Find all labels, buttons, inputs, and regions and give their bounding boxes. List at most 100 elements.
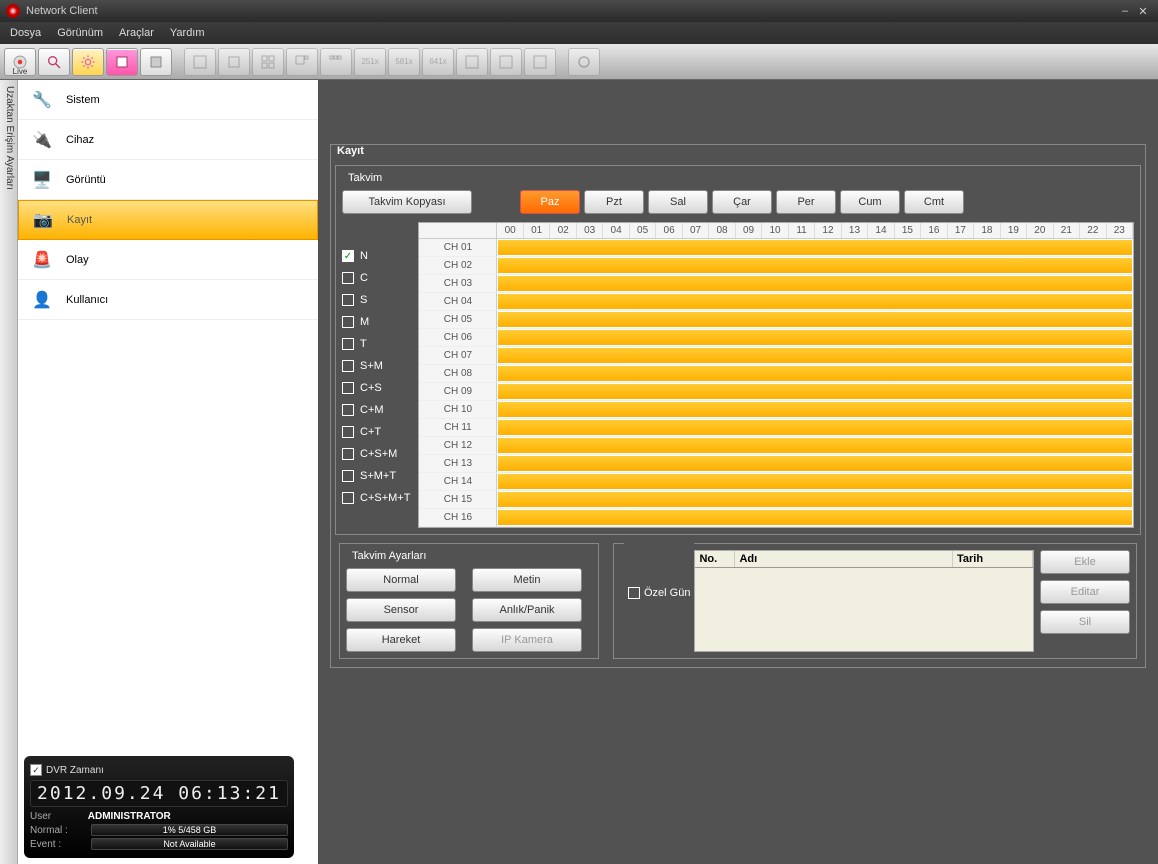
schedule-fill[interactable] — [498, 348, 1132, 363]
sidebar-item-görüntü[interactable]: 🖥️Görüntü — [18, 160, 318, 200]
channel-label: CH 14 — [419, 473, 497, 490]
mode-checkbox-S+M[interactable]: S+M — [342, 360, 410, 372]
normal-button[interactable]: Normal — [346, 568, 456, 592]
save-button[interactable] — [140, 48, 172, 76]
schedule-fill[interactable] — [498, 402, 1132, 417]
schedule-fill[interactable] — [498, 420, 1132, 435]
layout-1-button[interactable] — [218, 48, 250, 76]
mode-checkbox-M[interactable]: M — [342, 316, 410, 328]
refresh-button[interactable] — [568, 48, 600, 76]
res-641-button[interactable]: 641x — [422, 48, 454, 76]
schedule-fill[interactable] — [498, 240, 1132, 255]
close-button[interactable]: ✕ — [1134, 5, 1152, 18]
channel-row[interactable]: CH 07 — [419, 347, 1133, 365]
layout-4-button[interactable] — [252, 48, 284, 76]
channel-row[interactable]: CH 12 — [419, 437, 1133, 455]
mode-checkbox-S+M+T[interactable]: S+M+T — [342, 470, 410, 482]
day-button-Per[interactable]: Per — [776, 190, 836, 214]
sidebar-item-kayıt[interactable]: 📷Kayıt — [18, 200, 318, 240]
motion-button[interactable]: Hareket — [346, 628, 456, 652]
dvr-time-checkbox[interactable]: ✓ — [30, 764, 42, 776]
live-button[interactable]: Live — [4, 48, 36, 76]
ip-camera-button[interactable]: IP Kamera — [472, 628, 582, 652]
channel-label: CH 03 — [419, 275, 497, 292]
sensor-button[interactable]: Sensor — [346, 598, 456, 622]
channel-row[interactable]: CH 05 — [419, 311, 1133, 329]
mode-checkbox-C+M[interactable]: C+M — [342, 404, 410, 416]
mode-checkbox-N[interactable]: N — [342, 250, 410, 262]
channel-row[interactable]: CH 04 — [419, 293, 1133, 311]
res-251-button[interactable]: 251x — [354, 48, 386, 76]
sidebar-item-kullanıcı[interactable]: 👤Kullanıcı — [18, 280, 318, 320]
day-button-Sal[interactable]: Sal — [648, 190, 708, 214]
menu-file[interactable]: Dosya — [10, 27, 41, 39]
sidebar-item-olay[interactable]: 🚨Olay — [18, 240, 318, 280]
schedule-fill[interactable] — [498, 456, 1132, 471]
layout-b-button[interactable] — [490, 48, 522, 76]
sidebar-item-sistem[interactable]: 🔧Sistem — [18, 80, 318, 120]
mode-checkbox-C+S+M[interactable]: C+S+M — [342, 448, 410, 460]
channel-row[interactable]: CH 09 — [419, 383, 1133, 401]
layout-9-button[interactable] — [320, 48, 352, 76]
calendar-copy-button[interactable]: Takvim Kopyası — [342, 190, 472, 214]
channel-row[interactable]: CH 11 — [419, 419, 1133, 437]
mode-checkbox-C[interactable]: C — [342, 272, 410, 284]
calendar-settings-title: Takvim Ayarları — [348, 550, 430, 562]
hour-header: 10 — [762, 223, 788, 238]
day-button-Çar[interactable]: Çar — [712, 190, 772, 214]
schedule-fill[interactable] — [498, 510, 1132, 525]
sidebar-item-label: Görüntü — [66, 174, 106, 186]
schedule-grid[interactable]: 0001020304050607080910111213141516171819… — [418, 222, 1134, 528]
channel-row[interactable]: CH 02 — [419, 257, 1133, 275]
mode-checkbox-C+T[interactable]: C+T — [342, 426, 410, 438]
schedule-fill[interactable] — [498, 276, 1132, 291]
channel-row[interactable]: CH 15 — [419, 491, 1133, 509]
schedule-fill[interactable] — [498, 474, 1132, 489]
schedule-fill[interactable] — [498, 492, 1132, 507]
res-581-button[interactable]: 581x — [388, 48, 420, 76]
delete-button[interactable]: Sil — [1040, 610, 1130, 634]
schedule-fill[interactable] — [498, 438, 1132, 453]
schedule-fill[interactable] — [498, 294, 1132, 309]
channel-row[interactable]: CH 10 — [419, 401, 1133, 419]
day-button-Paz[interactable]: Paz — [520, 190, 580, 214]
vertical-tab-remote-access[interactable]: Uzaktan Erişim Ayarları — [0, 80, 18, 864]
schedule-fill[interactable] — [498, 366, 1132, 381]
channel-row[interactable]: CH 16 — [419, 509, 1133, 527]
layout-a-button[interactable] — [456, 48, 488, 76]
record-button[interactable] — [106, 48, 138, 76]
day-button-Cmt[interactable]: Cmt — [904, 190, 964, 214]
channel-row[interactable]: CH 14 — [419, 473, 1133, 491]
mode-checkbox-C+S+M+T[interactable]: C+S+M+T — [342, 492, 410, 504]
menu-tools[interactable]: Araçlar — [119, 27, 154, 39]
text-button[interactable]: Metin — [472, 568, 582, 592]
mode-checkbox-T[interactable]: T — [342, 338, 410, 350]
settings-button[interactable] — [72, 48, 104, 76]
sidebar-item-cihaz[interactable]: 🔌Cihaz — [18, 120, 318, 160]
add-button[interactable]: Ekle — [1040, 550, 1130, 574]
channel-row[interactable]: CH 03 — [419, 275, 1133, 293]
search-button[interactable] — [38, 48, 70, 76]
channel-row[interactable]: CH 08 — [419, 365, 1133, 383]
minimize-button[interactable]: – — [1116, 5, 1134, 17]
fullscreen-button[interactable] — [184, 48, 216, 76]
mode-checkbox-S[interactable]: S — [342, 294, 410, 306]
edit-button[interactable]: Editar — [1040, 580, 1130, 604]
channel-row[interactable]: CH 13 — [419, 455, 1133, 473]
mode-checkbox-C+S[interactable]: C+S — [342, 382, 410, 394]
channel-row[interactable]: CH 06 — [419, 329, 1133, 347]
day-button-Cum[interactable]: Cum — [840, 190, 900, 214]
special-day-checkbox[interactable] — [628, 587, 640, 599]
menu-view[interactable]: Görünüm — [57, 27, 103, 39]
schedule-fill[interactable] — [498, 312, 1132, 327]
schedule-fill[interactable] — [498, 330, 1132, 345]
schedule-fill[interactable] — [498, 258, 1132, 273]
schedule-fill[interactable] — [498, 384, 1132, 399]
channel-row[interactable]: CH 01 — [419, 239, 1133, 257]
special-day-table[interactable]: No. Adı Tarih — [694, 550, 1034, 652]
day-button-Pzt[interactable]: Pzt — [584, 190, 644, 214]
layout-6-button[interactable] — [286, 48, 318, 76]
layout-c-button[interactable] — [524, 48, 556, 76]
menu-help[interactable]: Yardım — [170, 27, 205, 39]
instant-panic-button[interactable]: Anlık/Panik — [472, 598, 582, 622]
